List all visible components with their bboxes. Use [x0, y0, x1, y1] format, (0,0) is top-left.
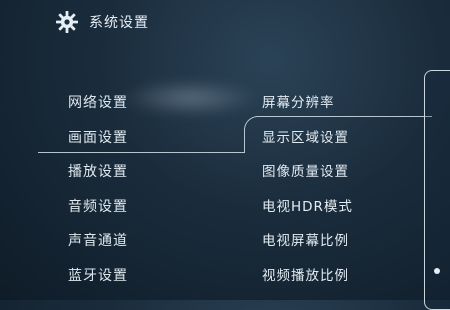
left-menu: 网络设置 画面设置 播放设置 音频设置 声音通道 蓝牙设置	[68, 86, 208, 293]
menu-item-sound-channel[interactable]: 声音通道	[68, 224, 208, 259]
submenu-item-screen-ratio[interactable]: 电视屏幕比例	[262, 224, 422, 259]
menu-item-network[interactable]: 网络设置	[68, 86, 208, 121]
submenu-item-image-quality[interactable]: 图像质量设置	[262, 155, 422, 190]
scroll-indicator	[434, 268, 440, 274]
selection-divider	[38, 152, 244, 153]
side-panel	[424, 70, 450, 310]
menu-item-playback[interactable]: 播放设置	[68, 155, 208, 190]
submenu-item-video-ratio[interactable]: 视频播放比例	[262, 259, 422, 294]
submenu-item-hdr-mode[interactable]: 电视HDR模式	[262, 190, 422, 225]
gear-icon	[55, 10, 79, 34]
submenu-item-display-area[interactable]: 显示区域设置	[262, 121, 422, 156]
right-submenu: 屏幕分辨率 显示区域设置 图像质量设置 电视HDR模式 电视屏幕比例 视频播放比…	[262, 86, 422, 293]
menu-item-bluetooth[interactable]: 蓝牙设置	[68, 259, 208, 294]
menu-item-picture[interactable]: 画面设置	[68, 121, 208, 156]
submenu-item-resolution[interactable]: 屏幕分辨率	[262, 86, 422, 121]
page-header: 系统设置	[55, 8, 149, 36]
page-title: 系统设置	[89, 15, 149, 31]
menu-item-audio[interactable]: 音频设置	[68, 190, 208, 225]
